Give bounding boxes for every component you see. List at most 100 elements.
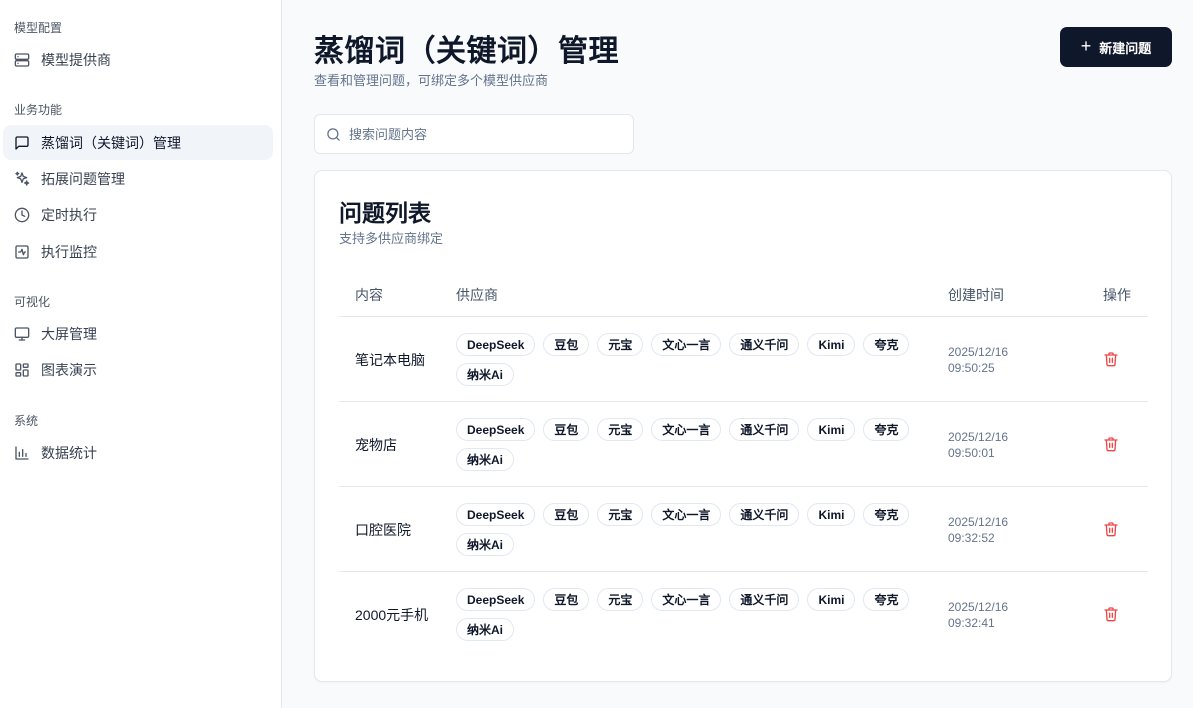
created-clock: 09:32:41 [948,615,995,630]
created-date: 2025/12/16 [948,599,1009,614]
grid-icon [14,362,30,378]
provider-tags: DeepSeek 豆包 元宝 文心一言 通义千问 Kimi 夸克 纳米Ai [456,333,926,386]
card-subtitle: 支持多供应商绑定 [339,231,444,246]
page-subtitle: 查看和管理问题，可绑定多个模型供应商 [314,73,549,88]
activity-icon [14,244,30,260]
search-box [314,114,634,154]
question-content: 2000元手机 [355,606,429,623]
provider-tag: 元宝 [597,333,644,356]
sidebar-item-label: 执行监控 [41,243,97,260]
provider-tag: 文心一言 [651,418,722,441]
main-content: 蒸馏词（关键词）管理 查看和管理问题，可绑定多个模型供应商 + 新建问题 问题列… [283,0,1193,708]
provider-tag: 元宝 [597,588,644,611]
trash-icon [1104,352,1118,367]
sidebar-group-title: 业务功能 [14,103,63,117]
provider-tag: 纳米Ai [456,618,515,641]
sidebar-item-label: 拓展问题管理 [41,170,125,187]
provider-tag: DeepSeek [456,418,536,441]
card-title: 问题列表 [339,200,431,226]
provider-tag: DeepSeek [456,503,536,526]
provider-tag: Kimi [807,333,856,356]
server-icon [14,52,30,68]
provider-tags: DeepSeek 豆包 元宝 文心一言 通义千问 Kimi 夸克 纳米Ai [456,503,926,556]
provider-tag: 纳米Ai [456,363,515,386]
search-input[interactable] [349,126,619,142]
created-date: 2025/12/16 [948,429,1009,444]
sidebar-item-label: 模型提供商 [41,51,111,68]
provider-tag: 豆包 [543,418,590,441]
provider-tag: 元宝 [597,418,644,441]
provider-tag: 夸克 [863,588,910,611]
created-time: 2025/12/16 09:50:25 [948,317,1008,402]
question-content: 口腔医院 [355,521,411,538]
provider-tag: 夸克 [863,503,910,526]
sidebar-item-label: 蒸馏词（关键词）管理 [41,134,181,151]
sidebar-group-title: 可视化 [14,295,51,309]
sidebar-item-extended-questions[interactable]: 拓展问题管理 [3,161,273,196]
created-time: 2025/12/16 09:32:41 [948,572,1008,657]
provider-tag: 通义千问 [729,588,800,611]
sidebar-item-monitor[interactable]: 执行监控 [3,234,273,269]
sidebar-item-label: 数据统计 [41,444,97,461]
provider-tags: DeepSeek 豆包 元宝 文心一言 通义千问 Kimi 夸克 纳米Ai [456,588,926,641]
provider-tag: 豆包 [543,503,590,526]
sidebar-group-title: 系统 [14,414,39,428]
delete-button[interactable] [1103,520,1119,538]
question-content: 宠物店 [355,436,397,453]
question-content: 笔记本电脑 [355,351,425,368]
delete-button[interactable] [1103,605,1119,623]
monitor-icon [14,326,30,342]
provider-tag: 通义千问 [729,333,800,356]
sidebar-item-charts[interactable]: 图表演示 [3,352,273,387]
table-header: 内容 供应商 创建时间 操作 [339,271,1148,317]
provider-tag: Kimi [807,503,856,526]
question-table: 内容 供应商 创建时间 操作 笔记本电脑 DeepSeek 豆包 元宝 文心一言… [339,271,1148,657]
table-row: 笔记本电脑 DeepSeek 豆包 元宝 文心一言 通义千问 Kimi 夸克 纳… [339,317,1148,402]
provider-tag: 元宝 [597,503,644,526]
page-title: 蒸馏词（关键词）管理 [314,35,619,68]
sidebar-item-big-screen[interactable]: 大屏管理 [3,316,273,351]
provider-tag: 夸克 [863,333,910,356]
provider-tag: DeepSeek [456,333,536,356]
provider-tag: DeepSeek [456,588,536,611]
sidebar-item-scheduled[interactable]: 定时执行 [3,197,273,232]
sidebar-item-label: 大屏管理 [41,325,97,342]
trash-icon [1104,437,1118,452]
provider-tag: 纳米Ai [456,448,515,471]
created-clock: 09:32:52 [948,530,995,545]
sidebar-item-label: 图表演示 [41,361,97,378]
provider-tag: Kimi [807,418,856,441]
new-question-button[interactable]: + 新建问题 [1060,27,1172,67]
provider-tag: 文心一言 [651,503,722,526]
sidebar-item-keywords[interactable]: 蒸馏词（关键词）管理 [3,125,273,160]
provider-tag: 通义千问 [729,418,800,441]
created-clock: 09:50:25 [948,360,995,375]
created-time: 2025/12/16 09:32:52 [948,487,1008,572]
created-date: 2025/12/16 [948,344,1009,359]
delete-button[interactable] [1103,350,1119,368]
sidebar-item-model-providers[interactable]: 模型提供商 [3,42,273,77]
provider-tags: DeepSeek 豆包 元宝 文心一言 通义千问 Kimi 夸克 纳米Ai [456,418,926,471]
search-icon [327,127,340,141]
message-square-icon [14,135,30,151]
created-clock: 09:50:01 [948,445,995,460]
sidebar: 模型配置 模型提供商 业务功能 蒸馏词（关键词）管理 拓展问题管理 定时执行 执… [0,0,282,708]
provider-tag: 豆包 [543,588,590,611]
column-header-providers: 供应商 [456,287,498,303]
sidebar-item-statistics[interactable]: 数据统计 [3,435,273,470]
provider-tag: 通义千问 [729,503,800,526]
sidebar-group-title: 模型配置 [14,21,63,35]
plus-icon: + [1080,35,1092,56]
provider-tag: Kimi [807,588,856,611]
provider-tag: 文心一言 [651,588,722,611]
created-time: 2025/12/16 09:50:01 [948,402,1008,487]
trash-icon [1104,522,1118,537]
column-header-content: 内容 [355,287,383,303]
sparkles-icon [14,171,30,187]
new-question-label: 新建问题 [1099,40,1152,56]
delete-button[interactable] [1103,435,1119,453]
clock-icon [14,207,30,223]
column-header-created-time: 创建时间 [948,287,1004,303]
bar-chart-icon [14,445,30,461]
question-list-card: 问题列表 支持多供应商绑定 内容 供应商 创建时间 操作 笔记本电脑 DeepS… [314,170,1172,682]
